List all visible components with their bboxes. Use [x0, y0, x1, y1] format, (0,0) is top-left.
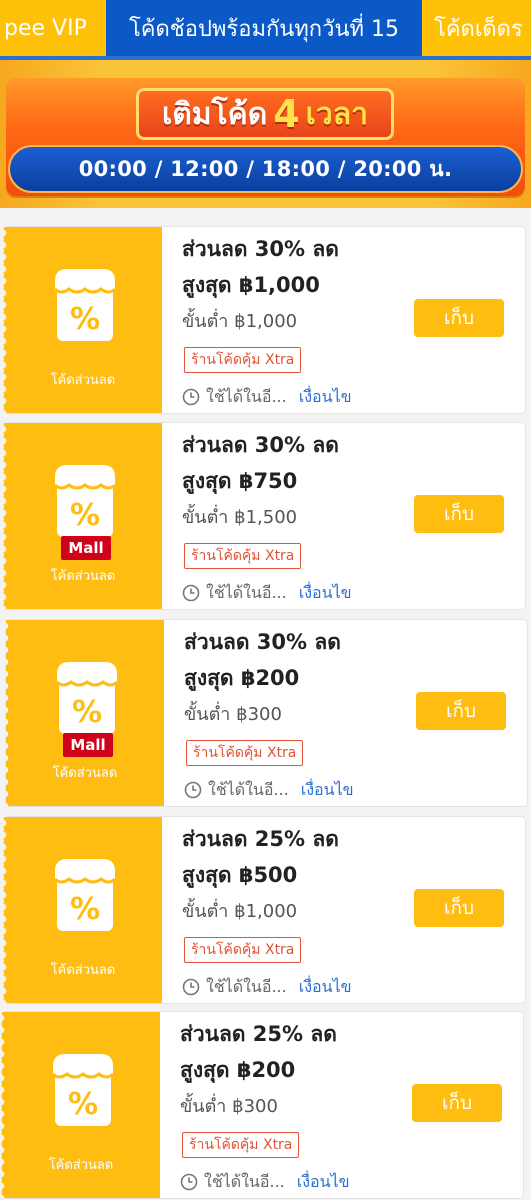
- svg-text:%: %: [70, 892, 100, 927]
- coupon-validity: ใช้ได้ในอี... เงื่อนไข: [182, 581, 352, 605]
- clock-icon: [182, 388, 200, 406]
- coupon-valid-text: ใช้ได้ในอี...: [206, 387, 287, 406]
- coupon-left-panel: % Mall โค้ดส่วนลด: [5, 620, 164, 806]
- clock-icon: [180, 1173, 198, 1191]
- collect-button[interactable]: เก็บ: [414, 495, 504, 533]
- coupon-type-label: โค้ดส่วนลด: [48, 1158, 114, 1173]
- coupon-left-panel: % Mall โค้ดส่วนลด: [3, 423, 162, 609]
- coupon-min-spend: ขั้นต่ำ ฿1,000: [182, 901, 298, 922]
- coupon-discount: ส่วนลด 30% ลด: [182, 237, 339, 261]
- banner-title-number: 4: [273, 92, 300, 136]
- coupon-discount: ส่วนลด 25% ลด: [182, 827, 339, 851]
- shop-discount-icon: %: [55, 662, 119, 734]
- svg-text:%: %: [68, 1087, 98, 1122]
- coupon-tag: ร้านโค้ดคุ้ม Xtra: [184, 347, 302, 373]
- collect-button[interactable]: เก็บ: [414, 889, 504, 927]
- mall-badge: Mall: [63, 733, 113, 757]
- coupon-type-label: โค้ดส่วนลด: [50, 569, 116, 584]
- coupon-discount: ส่วนลด 30% ลด: [184, 630, 341, 654]
- tab-daily-15[interactable]: โค้ดช้อปพร้อมกันทุกวันที่ 15: [106, 0, 422, 56]
- banner-times: 00:00 / 12:00 / 18:00 / 20:00 น.: [8, 145, 523, 193]
- coupon-tag: ร้านโค้ดคุ้ม Xtra: [184, 543, 302, 569]
- svg-text:%: %: [70, 302, 100, 337]
- coupon-type-label: โค้ดส่วนลด: [52, 766, 118, 781]
- coupon-left-panel: % โค้ดส่วนลด: [1, 1012, 160, 1198]
- coupon-left-panel: % โค้ดส่วนลด: [3, 227, 162, 413]
- shop-discount-icon: %: [53, 859, 117, 931]
- collect-button[interactable]: เก็บ: [412, 1084, 502, 1122]
- tab-bar: pee VIP โค้ดช้อปพร้อมกันทุกวันที่ 15 โค้…: [0, 0, 531, 56]
- coupon-conditions-link[interactable]: เงื่อนไข: [299, 385, 352, 409]
- coupon-card: % Mall โค้ดส่วนลด ส่วนลด 30% ลด สูงสุด ฿…: [5, 620, 527, 806]
- coupon-tag: ร้านโค้ดคุ้ม Xtra: [186, 740, 304, 766]
- mall-badge: Mall: [61, 536, 111, 560]
- clock-icon: [182, 584, 200, 602]
- coupon-discount: ส่วนลด 30% ลด: [182, 433, 339, 457]
- coupon-card: % โค้ดส่วนลด ส่วนลด 25% ลด สูงสุด ฿200 ข…: [1, 1012, 523, 1198]
- coupon-min-spend: ขั้นต่ำ ฿1,000: [182, 311, 298, 332]
- coupon-cap: สูงสุด ฿750: [182, 469, 298, 493]
- banner-title-suffix: เวลา: [305, 96, 368, 132]
- tab-label: โค้ดเด็ดร: [434, 16, 523, 42]
- coupon-valid-text: ใช้ได้ในอี...: [208, 780, 289, 799]
- svg-text:%: %: [72, 695, 102, 730]
- tab-label: โค้ดช้อปพร้อมกันทุกวันที่ 15: [128, 16, 400, 42]
- clock-icon: [184, 781, 202, 799]
- coupon-card: % โค้ดส่วนลด ส่วนลด 25% ลด สูงสุด ฿500 ข…: [3, 817, 525, 1003]
- coupon-validity: ใช้ได้ในอี... เงื่อนไข: [182, 975, 352, 999]
- collect-button[interactable]: เก็บ: [414, 299, 504, 337]
- tab-label: pee VIP: [4, 15, 87, 41]
- coupon-discount: ส่วนลด 25% ลด: [180, 1022, 337, 1046]
- banner-title: เติมโค้ด 4 เวลา: [136, 88, 394, 140]
- coupon-min-spend: ขั้นต่ำ ฿1,500: [182, 507, 298, 528]
- coupon-cap: สูงสุด ฿500: [182, 863, 298, 887]
- coupon-cap: สูงสุด ฿200: [184, 666, 300, 690]
- coupon-validity: ใช้ได้ในอี... เงื่อนไข: [182, 385, 352, 409]
- collect-button[interactable]: เก็บ: [416, 692, 506, 730]
- clock-icon: [182, 978, 200, 996]
- coupon-min-spend: ขั้นต่ำ ฿300: [184, 704, 282, 725]
- coupon-card: % โค้ดส่วนลด ส่วนลด 30% ลด สูงสุด ฿1,000…: [3, 227, 525, 413]
- shop-discount-icon: %: [53, 269, 117, 341]
- coupon-validity: ใช้ได้ในอี... เงื่อนไข: [180, 1170, 350, 1194]
- tab-hot-codes[interactable]: โค้ดเด็ดร: [422, 0, 531, 56]
- coupon-cap: สูงสุด ฿1,000: [182, 273, 320, 297]
- coupon-cap: สูงสุด ฿200: [180, 1058, 296, 1082]
- coupon-conditions-link[interactable]: เงื่อนไข: [301, 778, 354, 802]
- shop-discount-icon: %: [51, 1054, 115, 1126]
- tab-vip[interactable]: pee VIP: [0, 0, 106, 56]
- coupon-type-label: โค้ดส่วนลด: [50, 963, 116, 978]
- coupon-tag: ร้านโค้ดคุ้ม Xtra: [184, 937, 302, 963]
- coupon-valid-text: ใช้ได้ในอี...: [204, 1172, 285, 1191]
- coupon-left-panel: % โค้ดส่วนลด: [3, 817, 162, 1003]
- svg-text:%: %: [70, 498, 100, 533]
- coupon-card: % Mall โค้ดส่วนลด ส่วนลด 30% ลด สูงสุด ฿…: [3, 423, 525, 609]
- banner-title-prefix: เติมโค้ด: [162, 96, 268, 132]
- coupon-min-spend: ขั้นต่ำ ฿300: [180, 1096, 278, 1117]
- coupon-conditions-link[interactable]: เงื่อนไข: [299, 975, 352, 999]
- coupon-validity: ใช้ได้ในอี... เงื่อนไข: [184, 778, 354, 802]
- coupon-valid-text: ใช้ได้ในอี...: [206, 583, 287, 602]
- coupon-conditions-link[interactable]: เงื่อนไข: [299, 581, 352, 605]
- shop-discount-icon: %: [53, 465, 117, 537]
- coupon-type-label: โค้ดส่วนลด: [50, 373, 116, 388]
- coupon-valid-text: ใช้ได้ในอี...: [206, 977, 287, 996]
- coupon-conditions-link[interactable]: เงื่อนไข: [297, 1170, 350, 1194]
- coupon-tag: ร้านโค้ดคุ้ม Xtra: [182, 1132, 300, 1158]
